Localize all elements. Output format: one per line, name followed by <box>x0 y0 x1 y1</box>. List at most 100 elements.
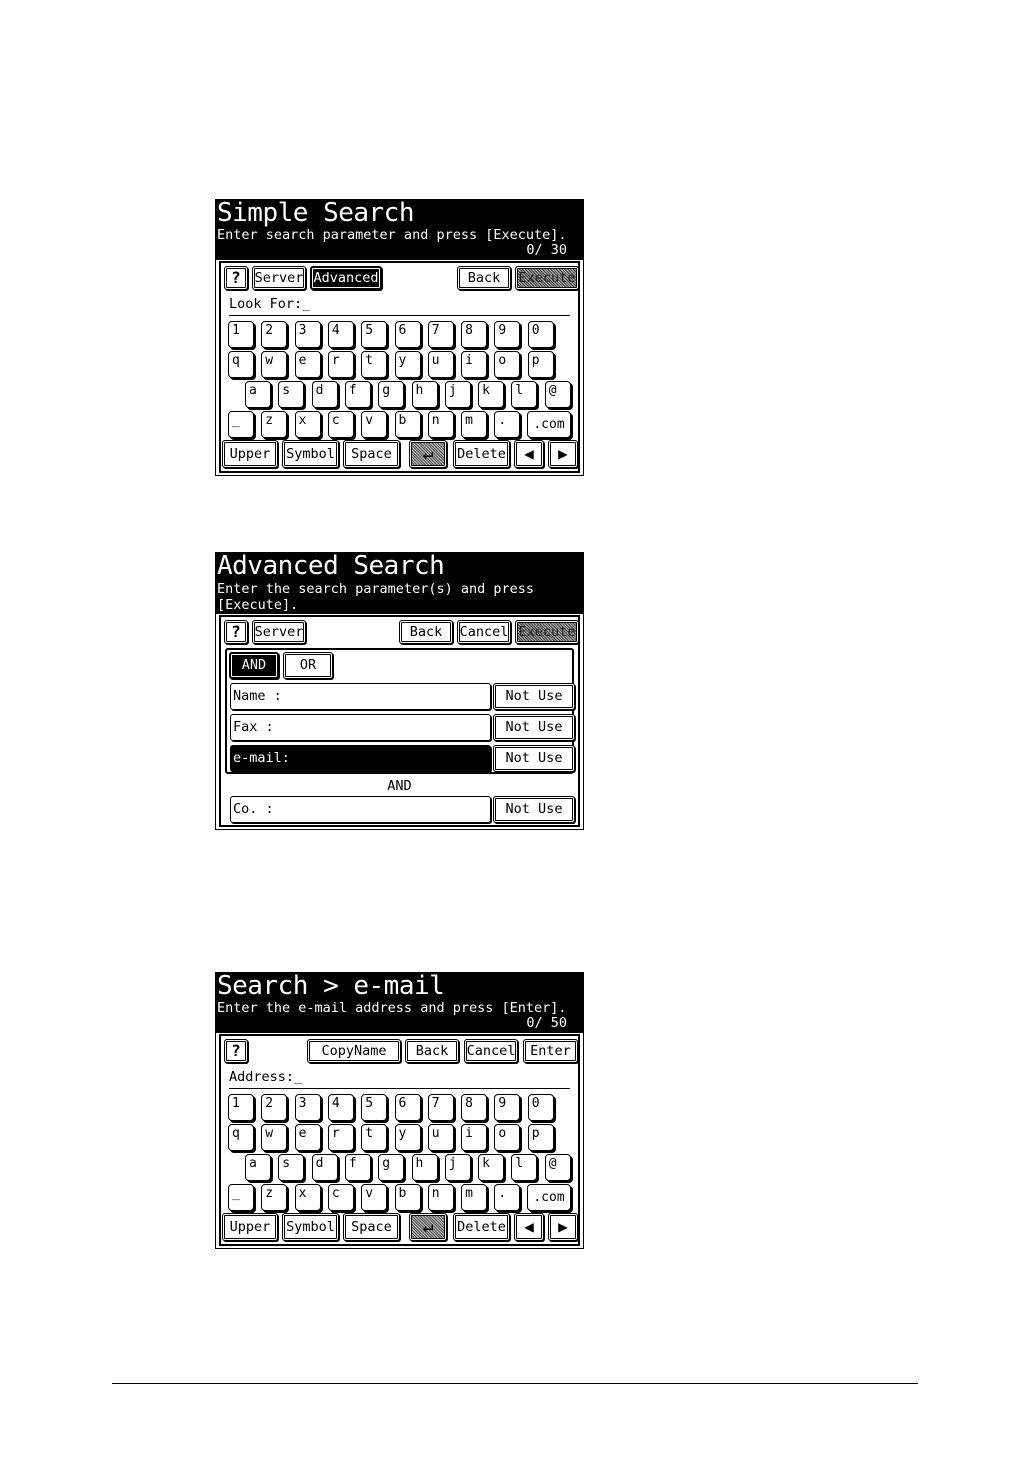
cancel-button[interactable]: Cancel <box>457 620 511 644</box>
key-g[interactable]: g <box>378 1154 405 1181</box>
key-v[interactable]: v <box>361 411 388 438</box>
key-0[interactable]: 0 <box>527 1094 554 1121</box>
key-1[interactable]: 1 <box>228 321 254 348</box>
key-6[interactable]: 6 <box>394 321 421 348</box>
delete-button[interactable]: Delete <box>453 440 510 468</box>
key-d[interactable]: d <box>311 1154 338 1181</box>
cursor-left-button[interactable]: ◀ <box>514 440 544 468</box>
key-9[interactable]: 9 <box>494 1094 521 1121</box>
company-not-use-button[interactable]: Not Use <box>493 796 575 823</box>
fax-not-use-button[interactable]: Not Use <box>493 714 575 741</box>
key-underscore[interactable]: _ <box>228 411 254 438</box>
key-q[interactable]: q <box>228 351 254 378</box>
enter-key[interactable]: ↵ <box>409 440 447 468</box>
key-r[interactable]: r <box>327 1124 354 1151</box>
key-p[interactable]: p <box>527 351 554 378</box>
key-5[interactable]: 5 <box>361 321 388 348</box>
key-a[interactable]: a <box>245 381 271 408</box>
key-w[interactable]: w <box>261 1124 288 1151</box>
key-i[interactable]: i <box>461 1124 488 1151</box>
email-not-use-button[interactable]: Not Use <box>493 745 575 772</box>
cursor-right-button[interactable]: ▶ <box>548 1213 578 1241</box>
execute-button[interactable]: Execute <box>515 620 579 644</box>
key-b[interactable]: b <box>394 1184 421 1211</box>
key-4[interactable]: 4 <box>327 1094 354 1121</box>
key-n[interactable]: n <box>427 1184 454 1211</box>
key-j[interactable]: j <box>444 1154 471 1181</box>
key-m[interactable]: m <box>461 411 488 438</box>
key-3[interactable]: 3 <box>294 321 321 348</box>
key-g[interactable]: g <box>378 381 405 408</box>
cursor-left-button[interactable]: ◀ <box>514 1213 544 1241</box>
or-toggle[interactable]: OR <box>283 652 333 679</box>
key-j[interactable]: j <box>444 381 471 408</box>
key-u[interactable]: u <box>427 1124 454 1151</box>
name-field[interactable]: Name : <box>230 683 491 710</box>
key-x[interactable]: x <box>294 1184 321 1211</box>
server-button[interactable]: Server <box>252 620 306 644</box>
key-8[interactable]: 8 <box>461 321 488 348</box>
company-field[interactable]: Co. : <box>230 796 491 823</box>
key-l[interactable]: l <box>511 1154 538 1181</box>
key-underscore[interactable]: _ <box>228 1184 254 1211</box>
space-button[interactable]: Space <box>343 1213 400 1241</box>
key-x[interactable]: x <box>294 411 321 438</box>
key-4[interactable]: 4 <box>327 321 354 348</box>
email-field[interactable]: e-mail: <box>230 745 491 772</box>
key-m[interactable]: m <box>461 1184 488 1211</box>
key-t[interactable]: t <box>361 351 388 378</box>
name-not-use-button[interactable]: Not Use <box>493 683 575 710</box>
delete-button[interactable]: Delete <box>453 1213 510 1241</box>
key-a[interactable]: a <box>245 1154 271 1181</box>
key-b[interactable]: b <box>394 411 421 438</box>
key-t[interactable]: t <box>361 1124 388 1151</box>
key-z[interactable]: z <box>261 1184 288 1211</box>
cursor-right-button[interactable]: ▶ <box>548 440 578 468</box>
key-u[interactable]: u <box>427 351 454 378</box>
key-h[interactable]: h <box>411 1154 438 1181</box>
key-c[interactable]: c <box>327 411 354 438</box>
help-button[interactable]: ? <box>224 620 248 644</box>
back-button[interactable]: Back <box>399 620 453 644</box>
key-5[interactable]: 5 <box>361 1094 388 1121</box>
key-d[interactable]: d <box>311 381 338 408</box>
key-dotcom[interactable]: .com <box>527 1184 571 1211</box>
key-0[interactable]: 0 <box>527 321 554 348</box>
key-e[interactable]: e <box>294 1124 321 1151</box>
key-r[interactable]: r <box>327 351 354 378</box>
key-k[interactable]: k <box>478 1154 505 1181</box>
key-p[interactable]: p <box>527 1124 554 1151</box>
key-y[interactable]: y <box>394 351 421 378</box>
key-f[interactable]: f <box>344 381 371 408</box>
key-l[interactable]: l <box>511 381 538 408</box>
key-at[interactable]: @ <box>544 381 571 408</box>
key-at[interactable]: @ <box>544 1154 571 1181</box>
key-w[interactable]: w <box>261 351 288 378</box>
and-toggle[interactable]: AND <box>229 652 279 679</box>
upper-button[interactable]: Upper <box>222 440 278 468</box>
key-3[interactable]: 3 <box>294 1094 321 1121</box>
key-z[interactable]: z <box>261 411 288 438</box>
key-6[interactable]: 6 <box>394 1094 421 1121</box>
key-n[interactable]: n <box>427 411 454 438</box>
key-k[interactable]: k <box>478 381 505 408</box>
key-s[interactable]: s <box>278 381 305 408</box>
key-f[interactable]: f <box>344 1154 371 1181</box>
key-dotcom[interactable]: .com <box>527 411 571 438</box>
fax-field[interactable]: Fax : <box>230 714 491 741</box>
key-9[interactable]: 9 <box>494 321 521 348</box>
key-s[interactable]: s <box>278 1154 305 1181</box>
key-7[interactable]: 7 <box>427 1094 454 1121</box>
key-o[interactable]: o <box>494 351 521 378</box>
key-h[interactable]: h <box>411 381 438 408</box>
symbol-button[interactable]: Symbol <box>282 1213 339 1241</box>
upper-button[interactable]: Upper <box>222 1213 278 1241</box>
space-button[interactable]: Space <box>343 440 400 468</box>
key-v[interactable]: v <box>361 1184 388 1211</box>
key-dot[interactable]: . <box>494 411 521 438</box>
key-c[interactable]: c <box>327 1184 354 1211</box>
enter-key[interactable]: ↵ <box>409 1213 447 1241</box>
key-i[interactable]: i <box>461 351 488 378</box>
key-7[interactable]: 7 <box>427 321 454 348</box>
key-y[interactable]: y <box>394 1124 421 1151</box>
